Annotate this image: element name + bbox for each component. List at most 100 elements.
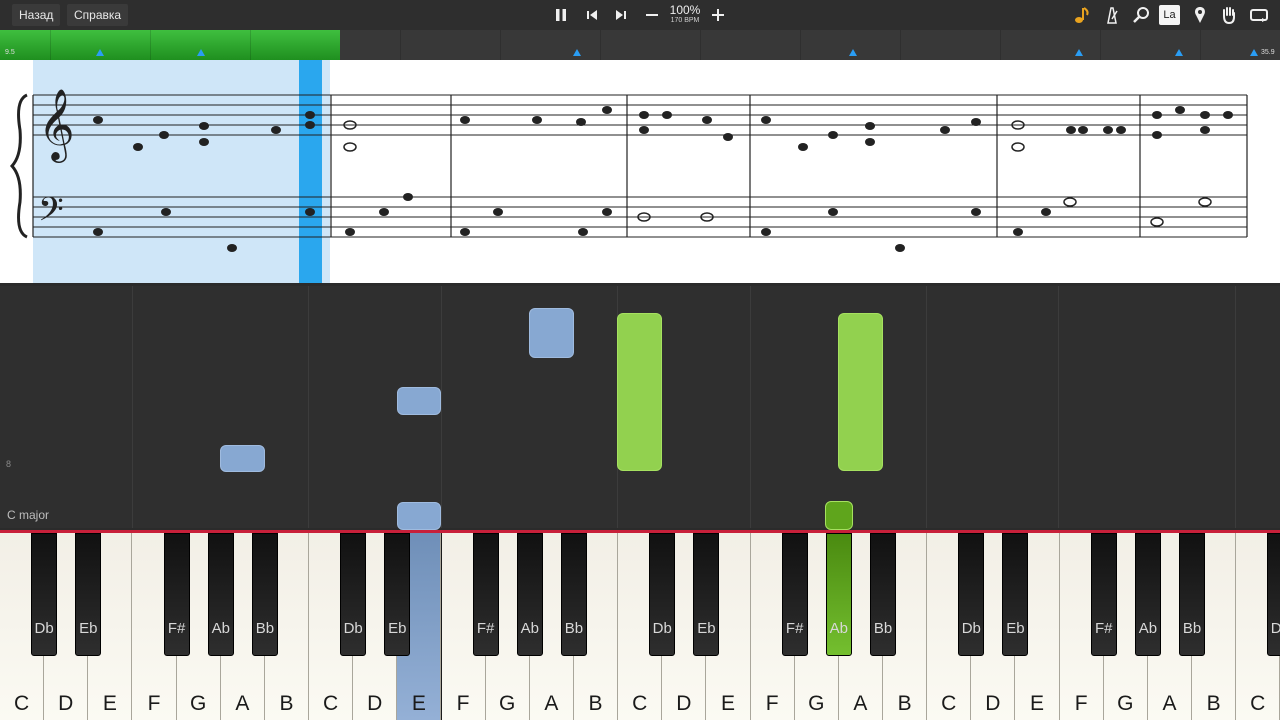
white-key-label: E [411,692,426,715]
sheet-music[interactable]: 𝄞 𝄢 [0,60,1280,283]
progress-fill [0,30,341,60]
white-key-label: G [189,692,207,715]
note-names-icon[interactable]: La [1159,5,1180,25]
black-key-label: F# [476,620,495,637]
white-key-label: G [499,692,516,715]
black-key-label: Ab [1138,620,1158,637]
white-key-label: C [323,692,339,715]
black-key[interactable]: Ab [516,533,543,656]
timeline-end-label: 35.9 [1261,49,1275,56]
black-key[interactable]: Bb [560,533,587,656]
black-key-label: Db [652,620,672,637]
white-key-label: F [456,692,470,715]
black-key-label: F# [1094,620,1113,637]
key-signature-label: C major [7,508,50,522]
white-key-label: A [1162,692,1177,715]
black-key[interactable]: Eb [1002,533,1029,656]
white-key-label: B [279,692,294,715]
white-key-label: E [102,692,117,715]
white-key-label: A [235,692,250,715]
black-key[interactable]: Db [958,533,985,656]
black-key-label: Db [1270,620,1280,637]
octave-label: 8 [6,459,12,469]
white-key-label: C [632,692,648,715]
black-key[interactable]: Eb [75,533,102,656]
black-key[interactable]: Eb [693,533,720,656]
white-key-label: D [985,692,1001,715]
pause-icon[interactable] [552,6,570,24]
white-key-label: D [676,692,692,715]
bookmark-marker[interactable] [1175,49,1183,56]
black-key[interactable]: Db [649,533,676,656]
white-key-label: A [853,692,868,715]
metronome-icon[interactable] [1102,5,1122,25]
black-key[interactable]: F# [163,533,190,656]
white-key-label: E [720,692,735,715]
loop-icon[interactable] [1248,5,1270,25]
falling-note-right [617,313,662,471]
bookmark-marker[interactable] [1075,49,1083,56]
help-button[interactable]: Справка [67,4,129,26]
plus-icon[interactable] [709,6,727,24]
white-key-label: A [544,692,559,715]
black-key[interactable]: Eb [384,533,411,656]
next-icon[interactable] [612,6,630,24]
black-key[interactable]: F# [472,533,499,656]
music-note-icon[interactable] [1072,5,1092,25]
zoom-value: 100% [669,3,701,17]
bookmark-marker[interactable] [197,49,205,56]
top-toolbar: Назад Справка 100% 170 BPM La [0,0,1280,30]
falling-note-left [529,308,574,358]
tempo-display: 100% 170 BPM [667,4,703,25]
bookmark-marker[interactable] [849,49,857,56]
black-key-label: F# [785,620,804,637]
white-key-label: C [1250,692,1266,715]
white-key-label: G [808,692,825,715]
black-key-label: Bb [255,620,275,637]
black-key[interactable]: F# [781,533,808,656]
white-key-label: D [58,692,74,715]
black-key-label: Db [34,620,54,637]
falling-note-right [825,501,853,530]
white-key-label: D [367,692,383,715]
black-key[interactable]: Bb [870,533,896,656]
location-pin-icon[interactable] [1190,5,1210,25]
black-key-label: Eb [697,620,716,637]
back-button[interactable]: Назад [12,4,61,26]
falling-note-left [220,445,265,472]
progress-timeline[interactable]: 9.5 35.9 [0,30,1280,60]
brace [9,93,28,239]
black-key-label: Db [961,620,981,637]
bookmark-marker[interactable] [96,49,104,56]
black-key-label: Ab [829,620,849,637]
treble-clef: 𝄞 [38,87,75,163]
black-key[interactable]: Db [1267,533,1280,656]
hand-icon[interactable] [1219,5,1239,25]
piano-keyboard[interactable]: C D E F G A B C D E F G A B C D E F G A B C D E F G A B C Db Eb F# Ab Bb D… [0,533,1280,720]
bookmark-marker[interactable] [573,49,581,56]
playhead-cursor [299,60,322,283]
white-key-label: G [1117,692,1134,715]
black-key-label: Db [343,620,363,637]
black-key[interactable]: F# [1090,533,1117,656]
black-key[interactable]: Bb [251,533,278,656]
black-key[interactable]: Ab [825,533,852,656]
black-key[interactable]: Bb [1179,533,1206,656]
score-svg: 𝄞 𝄢 [9,60,1248,283]
black-key[interactable]: Db [31,533,58,656]
bookmark-marker[interactable] [1250,49,1258,56]
minus-icon[interactable] [643,6,661,24]
white-key-label: F [1074,692,1088,715]
black-key[interactable]: Db [340,533,367,656]
timeline-start-label: 9.5 [5,49,15,56]
black-key[interactable]: Ab [207,533,234,656]
previous-icon[interactable] [583,6,601,24]
falling-note-left [397,387,441,415]
white-key-label: C [941,692,957,715]
black-key-label: Bb [564,620,584,637]
black-key-label: Eb [388,620,407,637]
falling-notes-area: 8 C major [0,286,1280,530]
black-key[interactable]: Ab [1134,533,1161,656]
black-key-label: Eb [1006,620,1025,637]
search-icon[interactable] [1131,5,1151,25]
